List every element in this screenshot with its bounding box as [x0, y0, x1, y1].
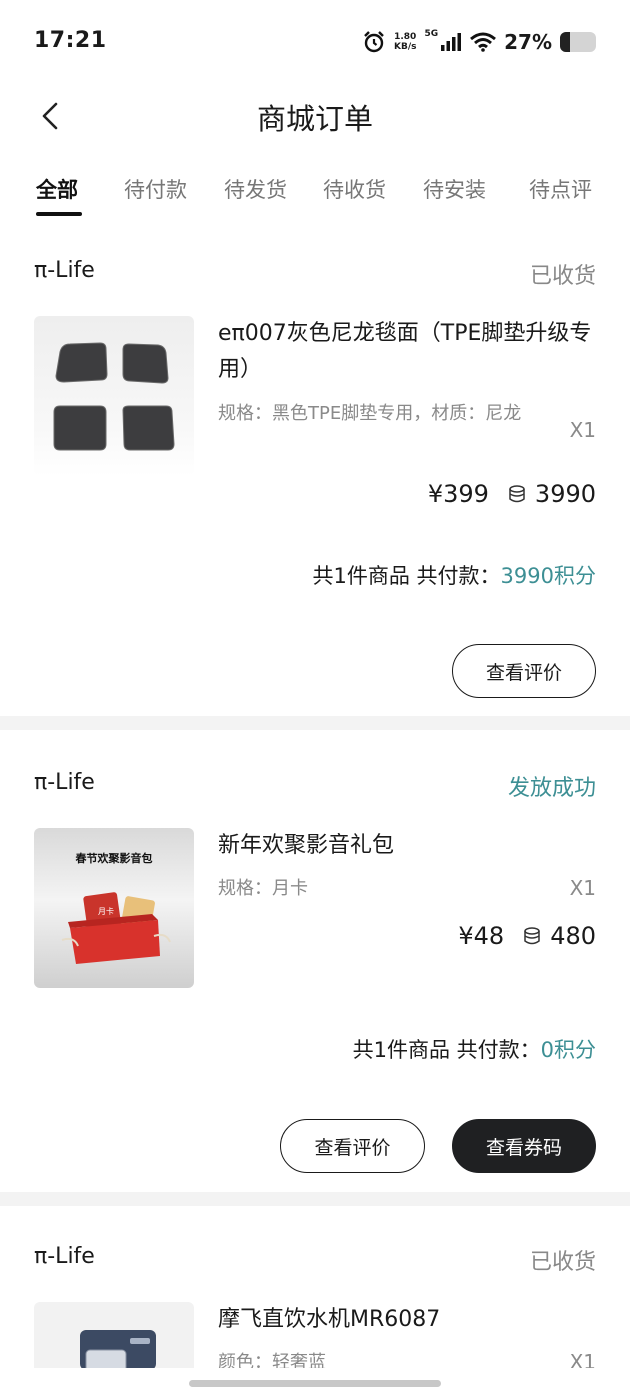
home-indicator[interactable] — [189, 1380, 441, 1387]
product-image[interactable]: 春节欢聚影音包 月卡 — [34, 828, 194, 988]
total-points: 0积分 — [540, 1038, 596, 1062]
network-type: 5G — [424, 29, 439, 39]
speed-value: 1.80 — [394, 32, 417, 42]
floor-mat-image — [53, 342, 175, 451]
signal-icon — [441, 33, 462, 51]
battery-icon — [560, 32, 596, 52]
product-quantity: X1 — [569, 1350, 596, 1368]
order-total: 共1件商品 共付款：3990积分 — [313, 560, 597, 590]
card-divider — [0, 1192, 630, 1206]
view-review-button[interactable]: 查看评价 — [280, 1119, 425, 1173]
product-name[interactable]: 新年欢聚影音礼包 — [218, 828, 598, 864]
price-row: ¥399 3990 — [428, 480, 596, 508]
battery-percent: 27% — [504, 30, 552, 54]
product-price: ¥48 — [458, 922, 505, 950]
tab-active-indicator — [36, 212, 82, 216]
tab-pending-shipment[interactable]: 待发货 — [224, 174, 287, 204]
wifi-icon — [470, 32, 497, 52]
product-image[interactable] — [34, 316, 194, 476]
product-name[interactable]: eπ007灰色尼龙毯面（TPE脚垫升级专用） — [218, 316, 598, 388]
shop-name: π-Life — [34, 770, 95, 795]
product-image[interactable] — [34, 1302, 194, 1368]
tab-pending-install[interactable]: 待安装 — [423, 174, 486, 204]
price-row: ¥48 480 — [458, 922, 596, 950]
total-prefix: 共1件商品 共付款： — [352, 1038, 541, 1062]
status-bar: 17:21 1.80 KB/s 5G 27% — [0, 0, 630, 86]
gift-image-title: 春节欢聚影音包 — [76, 851, 153, 865]
page-title: 商城订单 — [256, 102, 373, 136]
tab-pending-receipt[interactable]: 待收货 — [323, 174, 386, 204]
order-status: 已收货 — [529, 264, 596, 289]
product-points: 3990 — [534, 480, 596, 508]
card-divider — [0, 716, 630, 730]
order-total: 共1件商品 共付款：0积分 — [353, 1034, 596, 1064]
shop-name: π-Life — [34, 258, 95, 283]
order-status: 发放成功 — [507, 776, 596, 801]
product-price: ¥399 — [427, 480, 489, 508]
shop-name: π-Life — [34, 1244, 95, 1269]
product-quantity: X1 — [569, 876, 596, 900]
order-card[interactable]: π-Life 发放成功 春节欢聚影音包 月卡 新年欢聚影音礼包 规格：月卡 X1… — [0, 730, 630, 1192]
page-header: 商城订单 — [0, 86, 630, 146]
tab-pending-payment[interactable]: 待付款 — [124, 174, 187, 204]
speed-unit: KB/s — [393, 42, 417, 52]
order-card[interactable]: π-Life 已收货 eπ007灰色尼龙毯面（TPE脚垫升级专用） 规格：黑色T… — [0, 236, 630, 716]
points-coin-icon — [509, 485, 525, 503]
status-icons: 1.80 KB/s 5G 27% — [362, 26, 596, 58]
order-status: 已收货 — [529, 1250, 596, 1275]
total-points: 3990积分 — [500, 564, 596, 588]
product-spec: 规格：黑色TPE脚垫专用，材质：尼龙 — [218, 403, 522, 424]
product-points: 480 — [550, 922, 596, 950]
product-quantity: X1 — [569, 418, 596, 442]
status-time: 17:21 — [34, 28, 107, 53]
gift-box-image: 春节欢聚影音包 月卡 — [61, 851, 171, 964]
alarm-icon — [364, 31, 384, 53]
tab-all[interactable]: 全部 — [36, 174, 78, 204]
view-review-button[interactable]: 查看评价 — [452, 644, 596, 698]
gift-card-text: 月卡 — [98, 906, 114, 916]
tab-pending-review[interactable]: 待点评 — [529, 174, 592, 204]
network-speed: 1.80 KB/s — [394, 32, 416, 52]
order-tabs: 全部 待付款 待发货 待收货 待安装 待点评 — [0, 168, 630, 220]
view-coupon-code-button[interactable]: 查看券码 — [452, 1119, 596, 1173]
water-dispenser-image — [80, 1330, 156, 1368]
product-name[interactable]: 摩飞直饮水机MR6087 — [218, 1302, 598, 1338]
product-spec: 颜色：轻奢蓝 — [218, 1352, 326, 1368]
total-prefix: 共1件商品 共付款： — [312, 564, 501, 588]
product-spec: 规格：月卡 — [218, 878, 308, 899]
points-coin-icon — [524, 927, 540, 945]
order-card[interactable]: π-Life 已收货 摩飞直饮水机MR6087 颜色：轻奢蓝 X1 — [0, 1206, 630, 1368]
